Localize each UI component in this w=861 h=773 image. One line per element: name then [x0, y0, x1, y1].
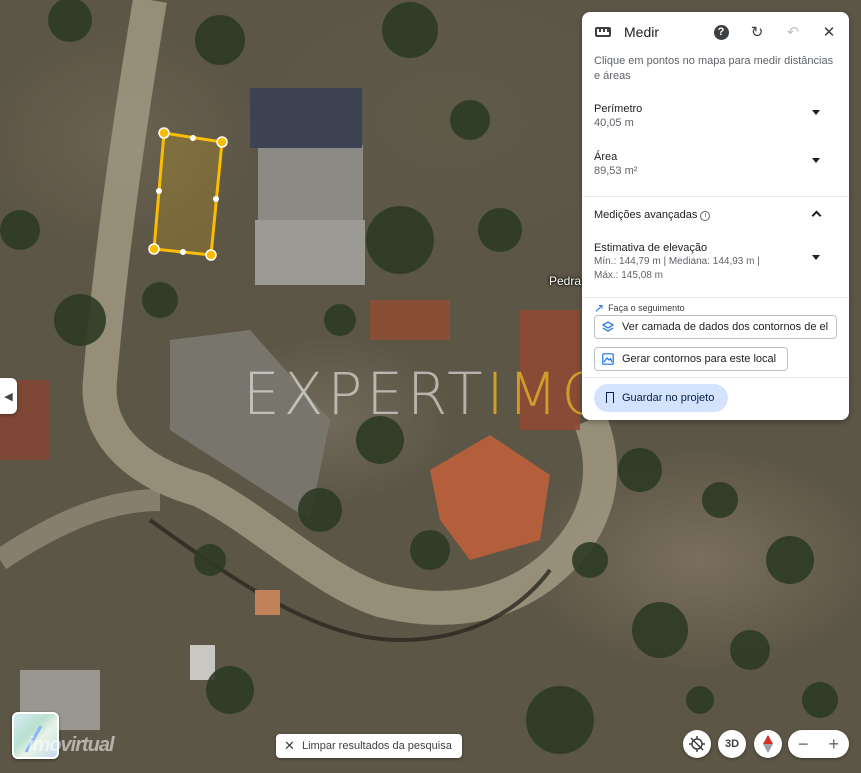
caret-down-icon[interactable] — [812, 158, 820, 163]
terrain-icon — [602, 353, 614, 365]
info-icon[interactable]: i — [700, 211, 711, 221]
compass-icon — [763, 735, 773, 753]
refresh-icon: ↻ — [750, 24, 764, 41]
chevron-left-icon: ◀ — [4, 390, 13, 403]
clear-label: Limpar resultados da pesquisa — [302, 740, 452, 752]
layers-icon — [602, 321, 614, 332]
help-button[interactable]: ? — [709, 20, 733, 44]
perimeter-label: Perímetro — [594, 103, 643, 115]
area-label: Área — [594, 151, 618, 163]
perimeter-row[interactable]: Perímetro 40,05 m — [582, 96, 849, 144]
area-value: 89,53 m² — [594, 165, 638, 177]
contour-layer-button[interactable]: Ver camada de dados dos contornos de el — [594, 315, 837, 339]
generate-contours-button[interactable]: Gerar contornos para este local — [594, 347, 788, 371]
bookmark-icon — [606, 392, 614, 403]
undo-button[interactable]: ↶ — [781, 20, 805, 44]
save-to-project-button[interactable]: Guardar no projeto — [594, 384, 728, 412]
generate-contours-label: Gerar contornos para este local — [622, 353, 777, 365]
chevron-up-icon — [811, 210, 822, 221]
close-icon: ✕ — [822, 24, 836, 41]
save-label: Guardar no projeto — [622, 392, 715, 404]
close-icon: ✕ — [284, 738, 295, 753]
place-label[interactable]: Pedra — [549, 274, 581, 288]
elevation-label: Estimativa de elevação — [594, 242, 708, 254]
refresh-button[interactable]: ↻ — [745, 20, 769, 44]
watermark: EXPERTIMO — [243, 360, 611, 428]
route-arrow-icon: ↗ — [594, 301, 605, 315]
clear-search-results-button[interactable]: ✕ Limpar resultados da pesquisa — [276, 734, 462, 758]
toggle-3d-button[interactable]: 3D — [718, 730, 746, 758]
ruler-icon — [595, 27, 611, 37]
locate-button[interactable] — [683, 730, 711, 758]
elevation-row[interactable]: Estimativa de elevação Mín.: 144,79 m | … — [582, 233, 849, 297]
caret-down-icon[interactable] — [812, 110, 820, 115]
caret-down-icon[interactable] — [812, 255, 820, 260]
elevation-line2: Máx.: 145,08 m — [594, 270, 663, 281]
zoom-out-button[interactable]: − — [798, 734, 809, 755]
zoom-control: − + — [788, 730, 849, 758]
measure-panel: Medir ? ↻ ↶ ✕ Clique em pontos no mapa p… — [582, 12, 849, 420]
compass-button[interactable] — [754, 730, 782, 758]
instructions-text: Clique em pontos no mapa para medir dist… — [594, 55, 834, 82]
undo-icon: ↶ — [786, 24, 800, 41]
follow-label: Faça o seguimento — [608, 303, 685, 313]
close-button[interactable]: ✕ — [817, 20, 841, 44]
elevation-line1: Mín.: 144,79 m | Mediana: 144,93 m | — [594, 256, 760, 267]
toggle-3d-label: 3D — [724, 738, 740, 750]
locate-off-icon — [689, 736, 705, 752]
watermark-part1: EXPERT — [243, 360, 487, 428]
area-row[interactable]: Área 89,53 m² — [582, 144, 849, 196]
advanced-measurements-toggle[interactable]: Medições avançadas i — [582, 197, 849, 233]
contour-layer-label: Ver camada de dados dos contornos de el — [622, 321, 829, 333]
help-icon: ? — [713, 24, 729, 40]
collapse-sidebar-button[interactable]: ◀ — [0, 378, 17, 414]
zoom-in-button[interactable]: + — [828, 734, 839, 755]
panel-header: Medir ? ↻ ↶ ✕ — [582, 12, 849, 52]
divider — [582, 377, 849, 378]
advanced-label: Medições avançadas — [594, 209, 698, 221]
panel-title: Medir — [624, 24, 660, 40]
perimeter-value: 40,05 m — [594, 117, 634, 129]
brand-watermark: imovirtual — [28, 734, 115, 756]
